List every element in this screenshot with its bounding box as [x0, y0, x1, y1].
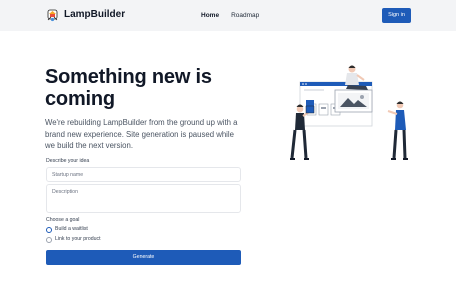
team-building-illustration — [290, 65, 408, 160]
radio-unchecked-icon[interactable] — [46, 236, 52, 243]
main-nav: Home Roadmap — [201, 11, 259, 20]
describe-idea-label: Describe your idea — [46, 158, 90, 164]
brand-name: LampBuilder — [64, 9, 126, 20]
lamp-icon — [47, 9, 58, 22]
radio-checked-icon[interactable] — [46, 226, 52, 233]
goal-option-waitlist[interactable]: Build a waitlist — [46, 226, 88, 233]
hero-subtitle: We're rebuilding LampBuilder from the gr… — [45, 118, 238, 150]
nav-roadmap-link[interactable]: Roadmap — [231, 11, 259, 20]
startup-name-input[interactable] — [46, 167, 241, 182]
generate-button[interactable]: Generate — [46, 250, 241, 265]
hero-title: Something new is coming — [45, 66, 212, 110]
description-textarea[interactable] — [46, 184, 241, 213]
goal-option-label: Build a waitlist — [55, 226, 88, 232]
goal-option-link-product[interactable]: Link to your product — [46, 236, 101, 243]
goal-option-label: Link to your product — [55, 236, 101, 242]
top-header: LampBuilder Home Roadmap Sign in — [0, 0, 456, 31]
nav-home-link[interactable]: Home — [201, 11, 219, 20]
logo[interactable]: LampBuilder — [46, 8, 125, 22]
choose-goal-label: Choose a goal — [46, 217, 80, 223]
sign-in-button[interactable]: Sign in — [382, 8, 411, 23]
